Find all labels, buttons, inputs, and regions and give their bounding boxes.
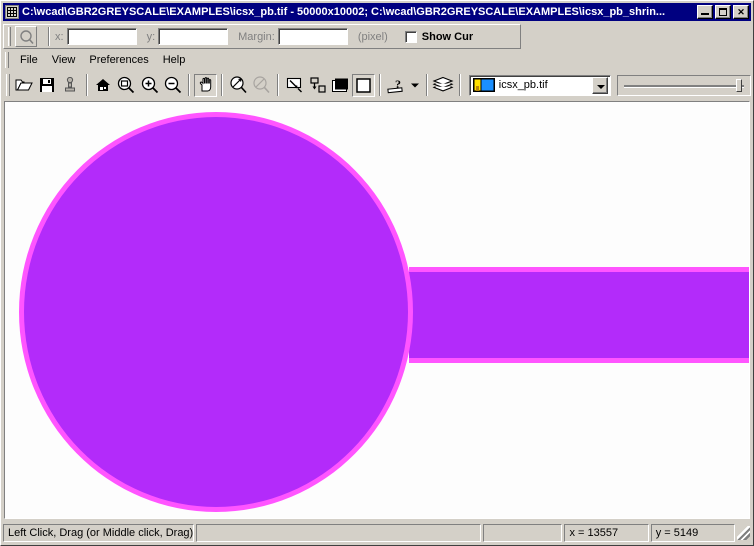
- close-button[interactable]: ✕: [733, 5, 749, 19]
- coordinate-toolbar: x: y: Margin: (pixel) Show Cur: [3, 23, 751, 50]
- toolbar-separator-2: [188, 74, 191, 96]
- zoom-out-icon[interactable]: [161, 74, 184, 97]
- toolbar-separator-1: [85, 74, 88, 96]
- open-folder-glyph: [15, 79, 34, 91]
- resize-grip-icon[interactable]: [736, 526, 751, 540]
- toolbar-separator-7: [458, 74, 461, 96]
- x-input[interactable]: [66, 28, 137, 45]
- home-glyph: [96, 79, 111, 91]
- trace-bar-shape: [409, 267, 749, 363]
- menu-item-file[interactable]: File: [13, 51, 45, 69]
- transparency-slider[interactable]: [616, 74, 752, 96]
- menu-item-help[interactable]: Help: [156, 51, 193, 69]
- application-window: C:\wcad\GBR2GREYSCALE\EXAMPLES\icsx_pb.t…: [0, 0, 754, 546]
- icon-toolbar: ? icsx_pb.tif: [3, 70, 752, 100]
- layer-select[interactable]: icsx_pb.tif: [468, 74, 611, 96]
- outline-square-glyph: [356, 77, 371, 93]
- show-cursor-checkbox[interactable]: [404, 30, 417, 43]
- maximize-button[interactable]: [715, 5, 731, 19]
- chevron-down-icon[interactable]: [591, 76, 608, 94]
- snap-icon[interactable]: [306, 74, 329, 97]
- layer-color-swatch-icon: [472, 78, 495, 92]
- status-y-readout: y = 5149: [650, 524, 735, 542]
- title-bar: C:\wcad\GBR2GREYSCALE\EXAMPLES\icsx_pb.t…: [3, 3, 751, 21]
- filled-square-glyph: [332, 78, 349, 92]
- status-bar: Left Click, Drag (or Middle click, Drag)…: [3, 521, 751, 545]
- toolbar-separator: [48, 27, 50, 46]
- measure-icon[interactable]: [227, 74, 250, 97]
- save-file-icon[interactable]: [36, 74, 59, 97]
- status-hint: Left Click, Drag (or Middle click, Drag): [3, 524, 195, 542]
- magnifier-glyph: [20, 30, 34, 45]
- icon-toolbar-drag-grip[interactable]: [6, 74, 10, 96]
- toolbar-separator-5: [379, 74, 382, 96]
- slider-thumb[interactable]: [736, 78, 743, 92]
- layer-swatch-glyph: [472, 78, 495, 92]
- layers-icon[interactable]: [432, 74, 455, 97]
- help-ruler-icon[interactable]: ?: [385, 74, 408, 97]
- hand-glyph: [199, 77, 212, 92]
- layers-stack-glyph: [432, 76, 454, 92]
- pan-hand-icon[interactable]: [194, 73, 218, 97]
- fill-mode-icon[interactable]: [329, 74, 352, 97]
- chevron-down-glyph: [411, 83, 420, 87]
- toolbar-separator-4: [277, 74, 280, 96]
- coordinate-toolbar-inner: x: y: Margin: (pixel) Show Cur: [3, 24, 521, 49]
- zoom-out-glyph: [164, 76, 181, 94]
- menu-item-preferences[interactable]: Preferences: [82, 51, 155, 69]
- print-icon[interactable]: [59, 74, 82, 97]
- zoom-home-icon[interactable]: [92, 74, 115, 97]
- menu-item-view[interactable]: View: [45, 51, 83, 69]
- toolbar-separator-6: [425, 74, 428, 96]
- floppy-disk-glyph: [40, 78, 55, 92]
- open-file-icon[interactable]: [13, 74, 36, 97]
- help-ruler-glyph: ?: [387, 77, 403, 93]
- toolbar-drag-grip[interactable]: [8, 27, 11, 46]
- window-controls: ✕: [695, 5, 749, 19]
- window-title: C:\wcad\GBR2GREYSCALE\EXAMPLES\icsx_pb.t…: [22, 6, 666, 18]
- select-arrow-glyph: [286, 77, 302, 93]
- canvas-inner: [5, 102, 749, 518]
- dropdown-arrow-icon[interactable]: [408, 74, 421, 97]
- margin-label: Margin:: [238, 30, 275, 43]
- measure-disabled-glyph: [253, 76, 270, 94]
- margin-input[interactable]: [277, 28, 348, 45]
- layer-select-value: icsx_pb.tif: [498, 79, 548, 91]
- show-cursor-label: Show Cur: [421, 30, 474, 43]
- measure-disabled-icon: [250, 74, 273, 97]
- minimize-button[interactable]: [697, 5, 713, 19]
- y-label: y:: [146, 30, 156, 43]
- toolbar-separator-3: [221, 74, 224, 96]
- menu-bar: File View Preferences Help: [3, 50, 751, 70]
- snap-glyph: [310, 76, 326, 93]
- status-x-readout: x = 13557: [564, 524, 649, 542]
- zoom-in-glyph: [141, 76, 158, 94]
- slider-track: [623, 84, 745, 88]
- status-blank: [482, 524, 563, 542]
- outline-mode-icon[interactable]: [352, 73, 376, 97]
- measure-glyph: [230, 76, 247, 94]
- select-arrow-icon[interactable]: [283, 74, 306, 97]
- zoom-window-glyph: [118, 76, 135, 94]
- printer-glyph: [65, 77, 76, 92]
- x-label: x:: [55, 30, 64, 43]
- pad-circle-shape: [19, 112, 413, 512]
- magnifier-icon[interactable]: [15, 26, 37, 47]
- status-progress: [196, 524, 481, 542]
- unit-label: (pixel): [357, 30, 388, 43]
- zoom-window-icon[interactable]: [115, 74, 138, 97]
- zoom-in-icon[interactable]: [138, 74, 161, 97]
- y-input[interactable]: [158, 28, 229, 45]
- image-canvas[interactable]: [4, 101, 750, 519]
- grid-app-icon: [5, 5, 19, 19]
- menubar-drag-grip[interactable]: [5, 52, 9, 68]
